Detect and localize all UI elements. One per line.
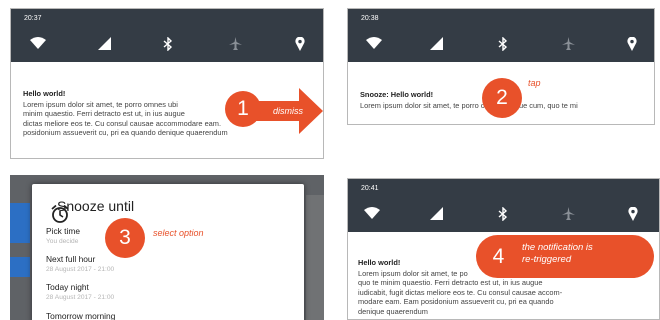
option-sublabel: You decide — [46, 238, 79, 245]
screenshot-panel-3: Snooze until Pick time You decide Next f… — [10, 175, 324, 320]
step-hint-label: dismiss — [273, 106, 304, 116]
option-label: Next full hour — [46, 254, 96, 264]
step-hint-banner: 4 the notification is re-triggered — [476, 235, 654, 278]
notification-body-line: iudicabit, fugit dictas meliore eos te. … — [358, 287, 563, 297]
bluetooth-icon[interactable] — [498, 37, 508, 51]
signal-icon[interactable] — [430, 207, 443, 220]
bluetooth-icon[interactable] — [163, 37, 173, 51]
option-sublabel: 28 August 2017 - 21:00 — [46, 294, 115, 301]
step-number-badge: 2 — [482, 78, 522, 118]
location-icon[interactable] — [295, 37, 305, 51]
clock: 20:38 — [361, 15, 379, 22]
notification-body-line: denique quaerendum — [358, 306, 428, 316]
step-hint-label: tap — [528, 78, 541, 88]
option-sublabel: 28 August 2017 - 21:00 — [46, 266, 115, 273]
screenshot-panel-1: 20:37 Hello world! Lorem ipsum dolor sit… — [10, 8, 324, 159]
notification-body-line: modare eam. Eam posidonium assueverit cu… — [358, 297, 554, 307]
quick-settings-bar: 20:41 — [348, 179, 659, 232]
background-app-element — [10, 203, 30, 243]
clock: 20:41 — [361, 185, 379, 192]
notification-body-line: quo te minim quaestio. Ferri detracto es… — [358, 278, 543, 288]
clock: 20:37 — [24, 15, 42, 22]
signal-icon[interactable] — [430, 37, 443, 50]
step-hint-line: re-triggered — [522, 254, 572, 265]
screenshot-panel-2: 20:38 Snooze: Hello world! Lorem ipsum d… — [347, 8, 655, 125]
option-label: Today night — [46, 282, 89, 292]
quick-settings-bar: 20:37 — [11, 9, 323, 62]
option-label: Tomorrow morning — [46, 311, 116, 320]
step-hint-label: select option — [153, 228, 204, 238]
option-label: Pick time — [46, 226, 80, 236]
dialog-title: Snooze until — [57, 198, 135, 214]
location-icon[interactable] — [627, 37, 637, 51]
background-app-element — [306, 195, 324, 320]
background-app-element — [10, 257, 30, 277]
location-icon[interactable] — [628, 207, 638, 221]
airplane-mode-icon[interactable] — [562, 37, 575, 50]
step-hint-line: the notification is — [522, 242, 593, 253]
screenshot-panel-4: 20:41 Hello world! Lorem ipsum dolor sit… — [347, 178, 660, 320]
wifi-icon[interactable] — [364, 207, 380, 219]
bluetooth-icon[interactable] — [498, 207, 508, 221]
wifi-icon[interactable] — [30, 37, 46, 49]
step-hint-label: the notification is re-triggered — [522, 242, 593, 266]
airplane-mode-icon[interactable] — [562, 207, 575, 220]
signal-icon[interactable] — [98, 37, 111, 50]
quick-settings-bar: 20:38 — [348, 9, 654, 62]
step-number-badge: 3 — [105, 218, 145, 258]
airplane-mode-icon[interactable] — [229, 37, 242, 50]
step-number-badge: 1 — [225, 91, 261, 127]
step-number-badge: 4 — [492, 245, 505, 268]
wifi-icon[interactable] — [366, 37, 382, 49]
